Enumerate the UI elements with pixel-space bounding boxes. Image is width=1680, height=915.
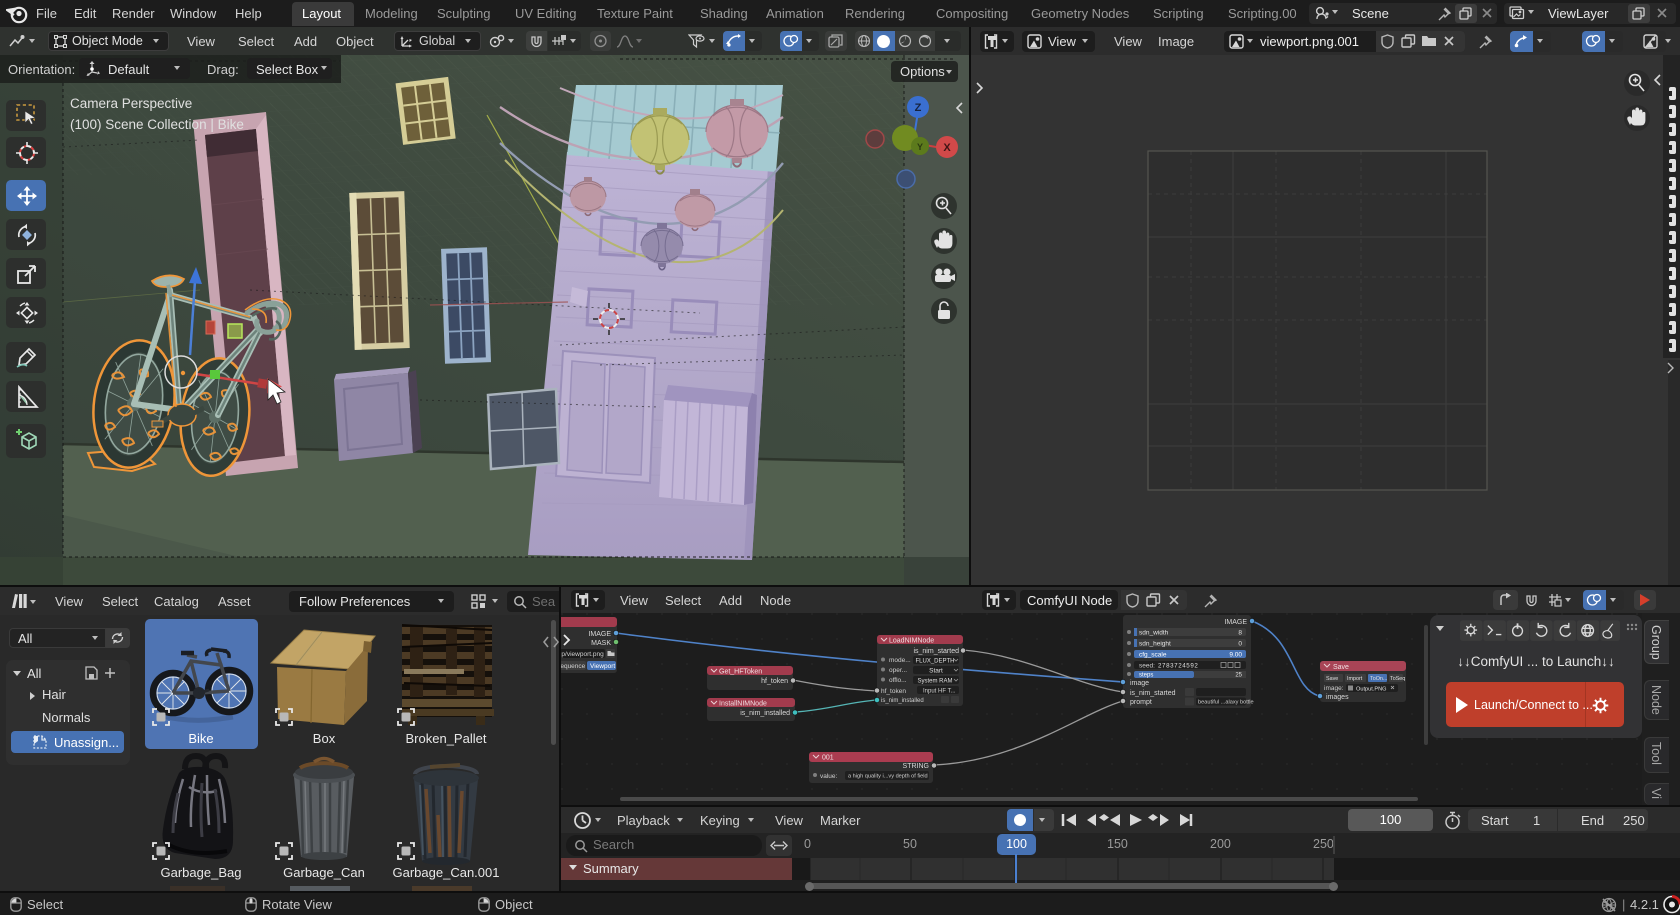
svg-text:9.00: 9.00: [1229, 652, 1242, 659]
svg-text:Garbage_Can: Garbage_Can: [283, 865, 365, 880]
svg-text:mode...: mode...: [889, 657, 911, 664]
svg-text:MASK: MASK: [591, 640, 611, 647]
svg-text:Sequence: Sequence: [561, 663, 586, 670]
svg-text:8: 8: [1238, 630, 1242, 637]
svg-text:sdn_width: sdn_width: [1139, 630, 1169, 637]
svg-text:Import: Import: [1347, 676, 1363, 682]
svg-text:cfg_scale: cfg_scale: [1139, 652, 1167, 659]
svg-text:Get_HFToken: Get_HFToken: [719, 669, 762, 676]
svg-text:IMAGE: IMAGE: [1224, 619, 1247, 626]
svg-text:(100) Scene Collection | Bike: (100) Scene Collection | Bike: [70, 117, 244, 132]
svg-text:Garbage_Can.001: Garbage_Can.001: [393, 865, 500, 880]
svg-text:offlo...: offlo...: [889, 677, 907, 684]
svg-text:value:: value:: [820, 773, 838, 780]
svg-text:a high quality i...vy depth of: a high quality i...vy depth of field: [848, 774, 928, 780]
svg-text:sdn_height: sdn_height: [1139, 641, 1171, 648]
svg-text:IMAGE: IMAGE: [588, 631, 611, 638]
svg-text:steps: steps: [1139, 673, 1153, 679]
svg-text:X: X: [943, 142, 951, 154]
svg-text:Box: Box: [313, 731, 336, 746]
svg-text:image:: image:: [1324, 685, 1344, 692]
svg-text:is_nim_installed: is_nim_installed: [881, 698, 924, 704]
svg-text:STRING: STRING: [903, 763, 929, 770]
svg-text:Z: Z: [915, 102, 922, 114]
svg-text:InstallNIMNode: InstallNIMNode: [719, 701, 767, 708]
svg-text:mp/viewport.png: mp/viewport.png: [561, 651, 604, 658]
svg-text:hf_token: hf_token: [761, 678, 788, 685]
svg-text:Bike: Bike: [188, 731, 213, 746]
svg-text:Garbage_Bag: Garbage_Bag: [161, 865, 242, 880]
svg-text:25: 25: [1235, 673, 1242, 679]
svg-text:0: 0: [1238, 641, 1242, 648]
svg-text:FLUX_DEPTH: FLUX_DEPTH: [915, 659, 954, 665]
svg-text:prompt: prompt: [1130, 699, 1152, 706]
svg-text:Viewport: Viewport: [590, 663, 615, 670]
svg-text:001: 001: [822, 755, 834, 762]
svg-text:seed:: seed:: [1139, 663, 1155, 670]
svg-text:images: images: [1326, 694, 1349, 701]
svg-text:LoadNIMNode: LoadNIMNode: [889, 638, 934, 645]
svg-text:Save: Save: [1333, 664, 1349, 671]
svg-text:Start: Start: [929, 668, 943, 675]
svg-text:Camera Perspective: Camera Perspective: [70, 96, 192, 111]
svg-text:beautiful ...alaxy bottle: beautiful ...alaxy bottle: [1198, 700, 1254, 706]
svg-text:oper...: oper...: [889, 667, 907, 674]
svg-text:System RAM: System RAM: [917, 679, 952, 685]
svg-text:Output.PNG: Output.PNG: [1356, 687, 1386, 693]
svg-text:ToSeq: ToSeq: [1390, 676, 1405, 682]
svg-text:is_nim_started: is_nim_started: [1130, 690, 1176, 697]
svg-text:ToOn...: ToOn...: [1370, 676, 1387, 682]
svg-text:is_nim_started: is_nim_started: [913, 648, 959, 655]
svg-text:is_nim_installed: is_nim_installed: [740, 710, 790, 717]
svg-text:hf_token: hf_token: [881, 688, 906, 695]
svg-text:Broken_Pallet: Broken_Pallet: [406, 731, 487, 746]
svg-text:image: image: [1130, 680, 1149, 687]
svg-text:Input HF T...: Input HF T...: [923, 689, 956, 695]
svg-text:Save: Save: [1326, 676, 1338, 682]
svg-text:2783724592: 2783724592: [1158, 663, 1198, 670]
svg-text:Y: Y: [917, 142, 923, 152]
